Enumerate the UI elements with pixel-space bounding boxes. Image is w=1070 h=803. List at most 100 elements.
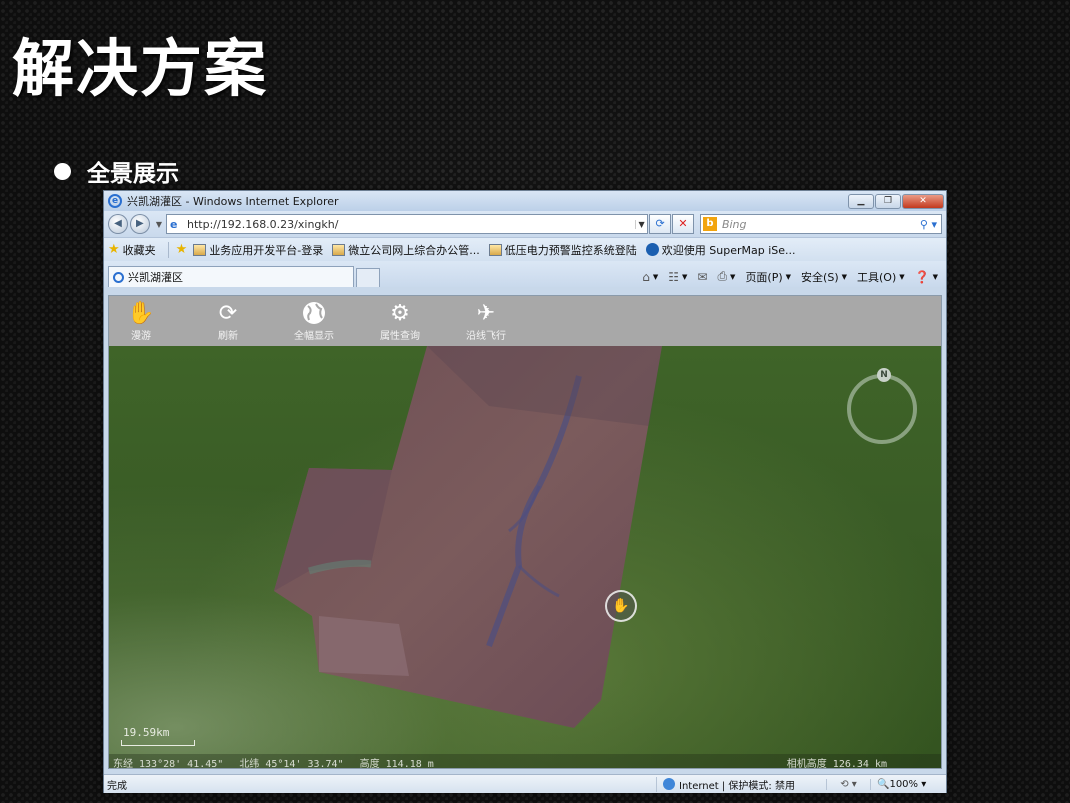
chevron-down-icon[interactable]: ▼: [842, 273, 847, 281]
camera-altitude-readout: 相机高度 126.34 km: [786, 758, 887, 769]
north-indicator: N: [877, 368, 891, 382]
printer-icon: ⎙: [717, 269, 728, 283]
map-status-bar: 东经 133°28' 41.45" 北纬 45°14' 33.74" 高度 11…: [109, 754, 941, 769]
search-placeholder[interactable]: Bing: [722, 218, 920, 231]
refresh-icon: ⟳: [218, 300, 238, 326]
zoom-level-button[interactable]: 🔍100% ▾: [870, 778, 946, 790]
favorite-link-label[interactable]: 欢迎使用 SuperMap iSe...: [662, 242, 796, 258]
address-input[interactable]: e http://192.168.0.23/xingkh/ ▼: [166, 214, 649, 234]
tools-menu[interactable]: 工具(O) ▼: [857, 269, 905, 285]
favorite-link-3[interactable]: 低压电力预警监控系统登陆: [488, 242, 637, 258]
history-dropdown-icon[interactable]: ▼: [156, 220, 162, 229]
flight-route-tool-button[interactable]: ✈ 沿线飞行: [443, 296, 529, 343]
tab-title[interactable]: 兴凯湖灌区: [128, 269, 183, 285]
address-dropdown-icon[interactable]: ▼: [635, 219, 647, 229]
home-button[interactable]: ⌂ ▼: [642, 270, 658, 284]
forward-button[interactable]: ▶: [129, 214, 150, 234]
page-icon: [488, 243, 502, 256]
satellite-imagery-overlay: [274, 346, 662, 728]
new-tab-button[interactable]: [356, 268, 380, 287]
bullet-dot-icon: [54, 162, 71, 180]
attribute-query-tool-button[interactable]: ⚙ 属性查询: [357, 296, 443, 343]
chevron-down-icon[interactable]: ▼: [682, 273, 687, 281]
back-button[interactable]: ◀: [108, 214, 128, 234]
tab-active[interactable]: 兴凯湖灌区: [108, 266, 354, 287]
security-zone-label: Internet | 保护模式: 禁用: [679, 780, 795, 792]
pan-tool-button[interactable]: ✋ 漫游: [117, 296, 165, 343]
chevron-down-icon[interactable]: ▼: [653, 273, 658, 281]
search-input[interactable]: b Bing ⚲ ▾: [699, 214, 942, 234]
stop-button[interactable]: ✕: [672, 214, 694, 234]
favorites-star-icon[interactable]: ★: [108, 242, 120, 257]
favorite-link-1[interactable]: 业务应用开发平台-登录: [193, 242, 323, 258]
page-icon: [332, 243, 346, 256]
latitude-readout: 北纬 45°14' 33.74": [239, 758, 344, 769]
supermap-icon: [645, 243, 659, 256]
command-bar: ⌂ ▼ ☷ ▼ ✉ ⎙ ▼ 页面(P) ▼ 安全(S) ▼ 工具(O) ▼ ❓ ▼: [632, 266, 946, 287]
help-button[interactable]: ❓ ▼: [915, 270, 938, 284]
ie-page-icon: e: [170, 217, 178, 231]
security-zone[interactable]: Internet | 保护模式: 禁用: [656, 776, 826, 792]
status-text: 完成: [107, 780, 127, 792]
add-favorite-icon[interactable]: ★: [176, 242, 188, 257]
rss-icon: ☷: [668, 269, 679, 284]
favorites-button[interactable]: 收藏夹: [123, 242, 156, 258]
search-icon[interactable]: ⚲ ▾: [920, 218, 937, 231]
bullet-item: 全景展示: [54, 154, 179, 188]
status-bar: 完成 Internet | 保护模式: 禁用 ⟲ ▾ 🔍100% ▾: [104, 774, 946, 793]
favorites-bar: ★ 收藏夹 ★ 业务应用开发平台-登录 微立公司网上综合办公管... 低压电力预…: [104, 237, 946, 261]
elevation-readout: 高度 114.18 m: [359, 758, 434, 769]
safety-menu-label[interactable]: 安全(S): [801, 269, 839, 285]
print-button[interactable]: ⎙ ▼: [717, 269, 735, 284]
refresh-button[interactable]: ⟳: [649, 214, 672, 234]
app-toolbar: ✋ 漫游 ⟳ 刷新 全幅显示 ⚙ 属性查询 ✈ 沿线飞行: [109, 296, 941, 346]
mail-button[interactable]: ✉: [697, 270, 707, 284]
favorite-link-4[interactable]: 欢迎使用 SuperMap iSe...: [645, 242, 796, 258]
bullet-text: 全景展示: [87, 161, 179, 187]
sync-button[interactable]: ⟲ ▾: [826, 778, 870, 790]
gear-icon: ⚙: [390, 300, 410, 326]
chevron-down-icon[interactable]: ▼: [730, 273, 735, 281]
favorite-link-label[interactable]: 业务应用开发平台-登录: [209, 242, 323, 258]
longitude-readout: 东经 133°28' 41.45": [113, 758, 224, 769]
home-icon: ⌂: [642, 269, 650, 284]
minimize-button[interactable]: ▁: [848, 193, 874, 209]
scale-bar: [121, 740, 195, 746]
address-url[interactable]: http://192.168.0.23/xingkh/: [187, 218, 635, 231]
tool-label: 全幅显示: [294, 331, 334, 342]
page-icon: [193, 243, 207, 256]
tool-label: 刷新: [218, 331, 238, 342]
compass-control[interactable]: N: [847, 368, 917, 444]
3d-globe-view[interactable]: N ✋ 19.59km 东经 133°28' 41.45" 北纬 45°14' …: [109, 346, 941, 769]
tool-label: 漫游: [131, 331, 151, 342]
close-button[interactable]: ✕: [902, 193, 944, 209]
favorite-link-label[interactable]: 微立公司网上综合办公管...: [348, 242, 480, 258]
chevron-down-icon[interactable]: ▼: [786, 273, 791, 281]
feeds-button[interactable]: ☷ ▼: [668, 270, 687, 284]
refresh-tool-button[interactable]: ⟳ 刷新: [185, 296, 271, 343]
divider: [167, 241, 169, 258]
airplane-icon: ✈: [476, 300, 496, 326]
mail-icon: ✉: [697, 269, 708, 284]
hand-icon: ✋: [127, 300, 155, 326]
web-content: ✋ 漫游 ⟳ 刷新 全幅显示 ⚙ 属性查询 ✈ 沿线飞行 N ✋ 19.59km…: [108, 295, 942, 769]
address-bar-row: ◀ ▶ ▼ e http://192.168.0.23/xingkh/ ▼ ⟳ …: [104, 211, 946, 237]
full-extent-tool-button[interactable]: 全幅显示: [271, 296, 357, 342]
window-title: 兴凯湖灌区 - Windows Internet Explorer: [127, 195, 339, 208]
page-menu-label[interactable]: 页面(P): [745, 269, 782, 285]
ie-logo-icon: e: [108, 194, 122, 208]
internet-globe-icon: [663, 778, 675, 790]
browser-window: e 兴凯湖灌区 - Windows Internet Explorer ▁ ❐ …: [103, 190, 947, 793]
tab-row: 兴凯湖灌区 ⌂ ▼ ☷ ▼ ✉ ⎙ ▼ 页面(P) ▼ 安全(S) ▼ 工具(O) ▼ ❓ ▼: [104, 261, 946, 287]
chevron-down-icon[interactable]: ▼: [933, 273, 938, 281]
window-controls: ▁ ❐ ✕: [847, 193, 944, 209]
chevron-down-icon[interactable]: ▼: [899, 273, 904, 281]
favorite-link-2[interactable]: 微立公司网上综合办公管...: [332, 242, 480, 258]
ie-tab-icon: [113, 271, 124, 283]
slide-title: 解决方案: [12, 32, 269, 105]
page-menu[interactable]: 页面(P) ▼: [745, 269, 791, 285]
maximize-button[interactable]: ❐: [875, 193, 901, 209]
tools-menu-label[interactable]: 工具(O): [857, 269, 896, 285]
safety-menu[interactable]: 安全(S) ▼: [801, 269, 847, 285]
favorite-link-label[interactable]: 低压电力预警监控系统登陆: [505, 242, 637, 258]
